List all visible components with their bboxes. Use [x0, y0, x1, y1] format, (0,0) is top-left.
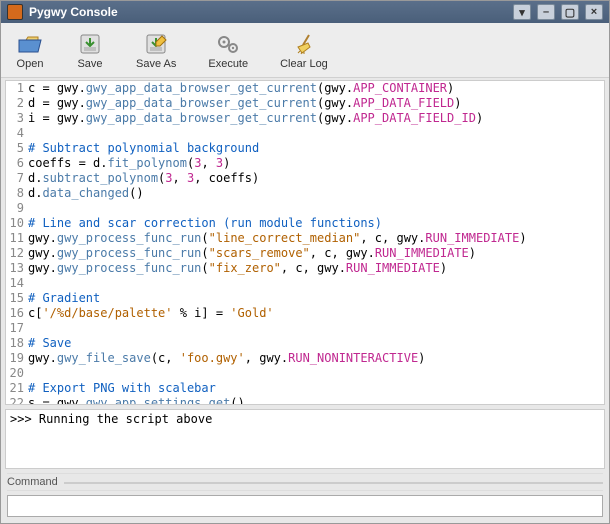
open-label: Open	[17, 58, 44, 70]
code-line: 17	[6, 321, 604, 336]
execute-label: Execute	[208, 58, 248, 70]
command-label-row: Command	[7, 473, 603, 491]
code-line: 20	[6, 366, 604, 381]
code-text: i = gwy.gwy_app_data_browser_get_current…	[28, 111, 604, 126]
code-text	[28, 201, 604, 216]
code-text: d = gwy.gwy_app_data_browser_get_current…	[28, 96, 604, 111]
minimize-button[interactable]: –	[537, 4, 555, 20]
code-line: 15# Gradient	[6, 291, 604, 306]
line-number: 18	[6, 336, 28, 351]
titlebar: Pygwy Console ▾ – ▢ ×	[1, 1, 609, 23]
line-number: 16	[6, 306, 28, 321]
code-text	[28, 321, 604, 336]
code-line: 3i = gwy.gwy_app_data_browser_get_curren…	[6, 111, 604, 126]
save-icon	[76, 32, 104, 56]
code-line: 2d = gwy.gwy_app_data_browser_get_curren…	[6, 96, 604, 111]
divider	[64, 482, 603, 484]
save-as-button[interactable]: Save As	[129, 29, 183, 73]
line-number: 3	[6, 111, 28, 126]
code-text: coeffs = d.fit_polynom(3, 3)	[28, 156, 604, 171]
line-number: 10	[6, 216, 28, 231]
toolbar: Open Save Save As Execute Clear Log	[1, 23, 609, 78]
code-line: 16c['/%d/base/palette' % i] = 'Gold'	[6, 306, 604, 321]
code-line: 5# Subtract polynomial background	[6, 141, 604, 156]
execute-button[interactable]: Execute	[201, 29, 255, 73]
clear-log-label: Clear Log	[280, 58, 328, 70]
line-number: 12	[6, 246, 28, 261]
command-label: Command	[7, 476, 58, 488]
line-number: 9	[6, 201, 28, 216]
code-line: 22s = gwy.gwy_app_settings_get()	[6, 396, 604, 405]
line-number: 6	[6, 156, 28, 171]
line-number: 22	[6, 396, 28, 405]
code-line: 11gwy.gwy_process_func_run("line_correct…	[6, 231, 604, 246]
line-number: 14	[6, 276, 28, 291]
code-text: # Gradient	[28, 291, 604, 306]
code-text: # Export PNG with scalebar	[28, 381, 604, 396]
line-number: 17	[6, 321, 28, 336]
output-log[interactable]: >>> Running the script above	[5, 409, 605, 469]
clear-log-button[interactable]: Clear Log	[273, 29, 335, 73]
gears-icon	[214, 32, 242, 56]
command-area: Command	[1, 471, 609, 523]
line-number: 1	[6, 81, 28, 96]
save-button[interactable]: Save	[69, 29, 111, 73]
line-number: 19	[6, 351, 28, 366]
window-title: Pygwy Console	[29, 5, 118, 19]
code-line: 13gwy.gwy_process_func_run("fix_zero", c…	[6, 261, 604, 276]
line-number: 20	[6, 366, 28, 381]
save-label: Save	[77, 58, 102, 70]
code-text: gwy.gwy_process_func_run("fix_zero", c, …	[28, 261, 604, 276]
line-number: 21	[6, 381, 28, 396]
line-number: 2	[6, 96, 28, 111]
code-text: c['/%d/base/palette' % i] = 'Gold'	[28, 306, 604, 321]
code-text: # Subtract polynomial background	[28, 141, 604, 156]
code-text: gwy.gwy_file_save(c, 'foo.gwy', gwy.RUN_…	[28, 351, 604, 366]
code-line: 7d.subtract_polynom(3, 3, coeffs)	[6, 171, 604, 186]
code-text: gwy.gwy_process_func_run("scars_remove",…	[28, 246, 604, 261]
open-button[interactable]: Open	[9, 29, 51, 73]
code-line: 10# Line and scar correction (run module…	[6, 216, 604, 231]
code-text: d.subtract_polynom(3, 3, coeffs)	[28, 171, 604, 186]
code-text	[28, 276, 604, 291]
code-line: 9	[6, 201, 604, 216]
close-button[interactable]: ×	[585, 4, 603, 20]
maximize-button[interactable]: ▢	[561, 4, 579, 20]
line-number: 13	[6, 261, 28, 276]
code-line: 4	[6, 126, 604, 141]
code-line: 14	[6, 276, 604, 291]
code-line: 1c = gwy.gwy_app_data_browser_get_curren…	[6, 81, 604, 96]
line-number: 5	[6, 141, 28, 156]
save-as-icon	[142, 32, 170, 56]
line-number: 15	[6, 291, 28, 306]
code-line: 21# Export PNG with scalebar	[6, 381, 604, 396]
code-text: # Line and scar correction (run module f…	[28, 216, 604, 231]
app-icon	[7, 4, 23, 20]
code-line: 18# Save	[6, 336, 604, 351]
code-text	[28, 366, 604, 381]
output-line: >>> Running the script above	[10, 412, 600, 426]
code-line: 8d.data_changed()	[6, 186, 604, 201]
code-editor[interactable]: 1c = gwy.gwy_app_data_browser_get_curren…	[5, 80, 605, 405]
line-number: 7	[6, 171, 28, 186]
line-number: 4	[6, 126, 28, 141]
line-number: 11	[6, 231, 28, 246]
code-text: gwy.gwy_process_func_run("line_correct_m…	[28, 231, 604, 246]
code-line: 6coeffs = d.fit_polynom(3, 3)	[6, 156, 604, 171]
save-as-label: Save As	[136, 58, 176, 70]
code-line: 12gwy.gwy_process_func_run("scars_remove…	[6, 246, 604, 261]
broom-icon	[290, 32, 318, 56]
line-number: 8	[6, 186, 28, 201]
code-line: 19gwy.gwy_file_save(c, 'foo.gwy', gwy.RU…	[6, 351, 604, 366]
window-menu-button[interactable]: ▾	[513, 4, 531, 20]
code-text: c = gwy.gwy_app_data_browser_get_current…	[28, 81, 604, 96]
command-input[interactable]	[7, 495, 603, 517]
code-text: s = gwy.gwy_app_settings_get()	[28, 396, 604, 405]
folder-open-icon	[16, 32, 44, 56]
code-text	[28, 126, 604, 141]
code-text: d.data_changed()	[28, 186, 604, 201]
code-text: # Save	[28, 336, 604, 351]
